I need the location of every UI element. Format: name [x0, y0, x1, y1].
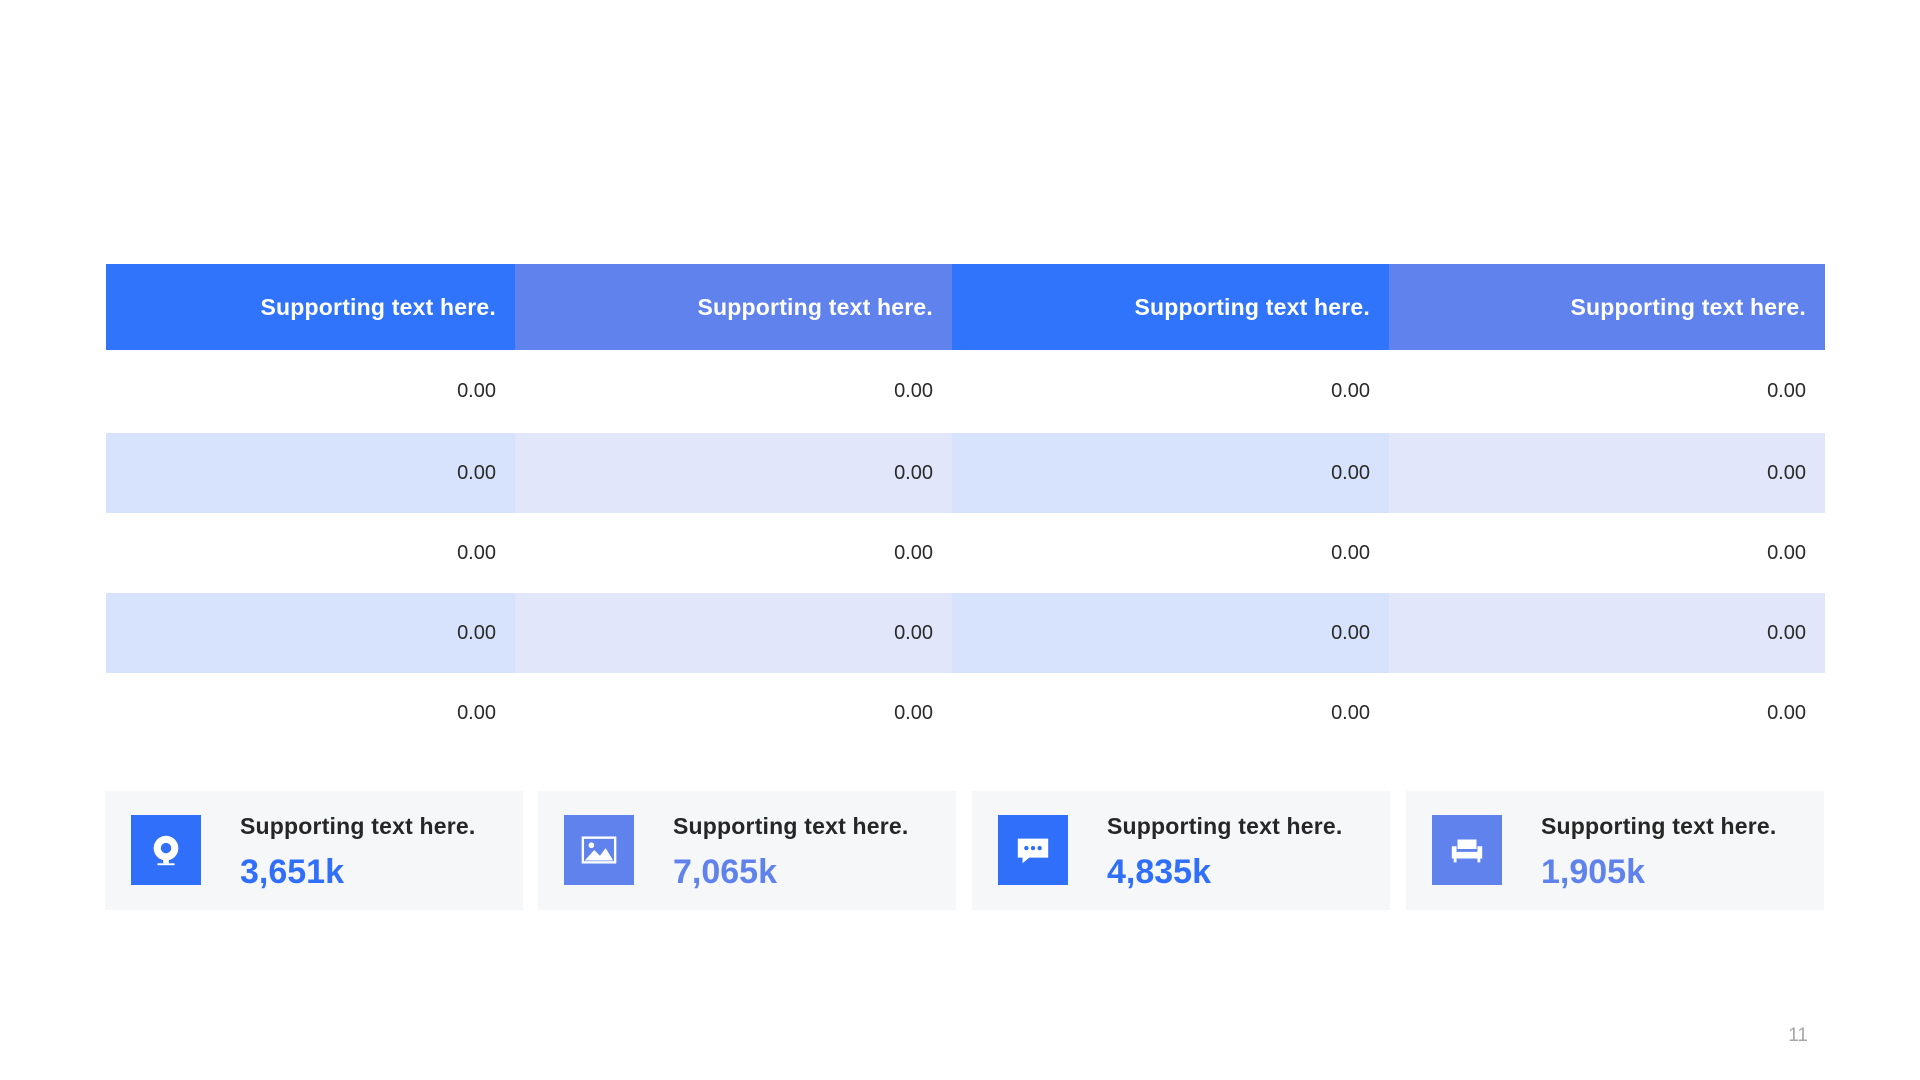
table-cell: 0.00 [106, 673, 515, 753]
table-header-cell: Supporting text here. [952, 264, 1389, 350]
table-row: 0.00 0.00 0.00 0.00 [106, 433, 1825, 513]
table-row: 0.00 0.00 0.00 0.00 [106, 513, 1825, 593]
table-cell: 0.00 [515, 673, 952, 753]
table-cell: 0.00 [1389, 593, 1825, 673]
stat-label: Supporting text here. [673, 813, 909, 839]
table-row: 0.00 0.00 0.00 0.00 [106, 350, 1825, 433]
stat-value: 7,065k [673, 853, 777, 891]
table-cell: 0.00 [515, 350, 952, 433]
table-header-cell: Supporting text here. [1389, 264, 1825, 350]
table-cell: 0.00 [1389, 513, 1825, 593]
stat-value: 4,835k [1107, 853, 1211, 891]
table-cell: 0.00 [1389, 673, 1825, 753]
table-cell: 0.00 [515, 513, 952, 593]
stat-icon-box [131, 815, 201, 885]
stat-icon-box [564, 815, 634, 885]
stat-label: Supporting text here. [1541, 813, 1777, 839]
table-cell: 0.00 [952, 593, 1389, 673]
page-number: 11 [1788, 1025, 1808, 1046]
webcam-icon [153, 835, 179, 866]
table-header-row: Supporting text here. Supporting text he… [106, 264, 1825, 350]
stat-value: 3,651k [240, 853, 344, 891]
image-icon [581, 836, 617, 864]
table-cell: 0.00 [515, 593, 952, 673]
table-cell: 0.00 [106, 433, 515, 513]
table-cell: 0.00 [515, 433, 952, 513]
table-cell: 0.00 [106, 350, 515, 433]
stat-card: Supporting text here. 4,835k [972, 791, 1390, 910]
stat-cards: Supporting text here. 3,651k Supporting … [105, 791, 1825, 910]
stat-value: 1,905k [1541, 853, 1645, 891]
stat-card: Supporting text here. 7,065k [538, 791, 956, 910]
slide: Supporting text here. Supporting text he… [0, 0, 1920, 1080]
data-table: Supporting text here. Supporting text he… [106, 264, 1825, 753]
chat-bubble-icon [1017, 838, 1049, 864]
table-row: 0.00 0.00 0.00 0.00 [106, 673, 1825, 753]
stat-card: Supporting text here. 3,651k [105, 791, 523, 910]
table-cell: 0.00 [1389, 433, 1825, 513]
stat-icon-box [1432, 815, 1502, 885]
stat-label: Supporting text here. [240, 813, 476, 839]
table-header-cell: Supporting text here. [515, 264, 952, 350]
table-cell: 0.00 [106, 593, 515, 673]
sofa-icon [1451, 839, 1483, 863]
table-cell: 0.00 [106, 513, 515, 593]
table-cell: 0.00 [952, 350, 1389, 433]
table-row: 0.00 0.00 0.00 0.00 [106, 593, 1825, 673]
table-cell: 0.00 [952, 513, 1389, 593]
table-header-cell: Supporting text here. [106, 264, 515, 350]
table-cell: 0.00 [952, 673, 1389, 753]
table-cell: 0.00 [952, 433, 1389, 513]
stat-label: Supporting text here. [1107, 813, 1343, 839]
table-cell: 0.00 [1389, 350, 1825, 433]
stat-icon-box [998, 815, 1068, 885]
stat-card: Supporting text here. 1,905k [1406, 791, 1824, 910]
